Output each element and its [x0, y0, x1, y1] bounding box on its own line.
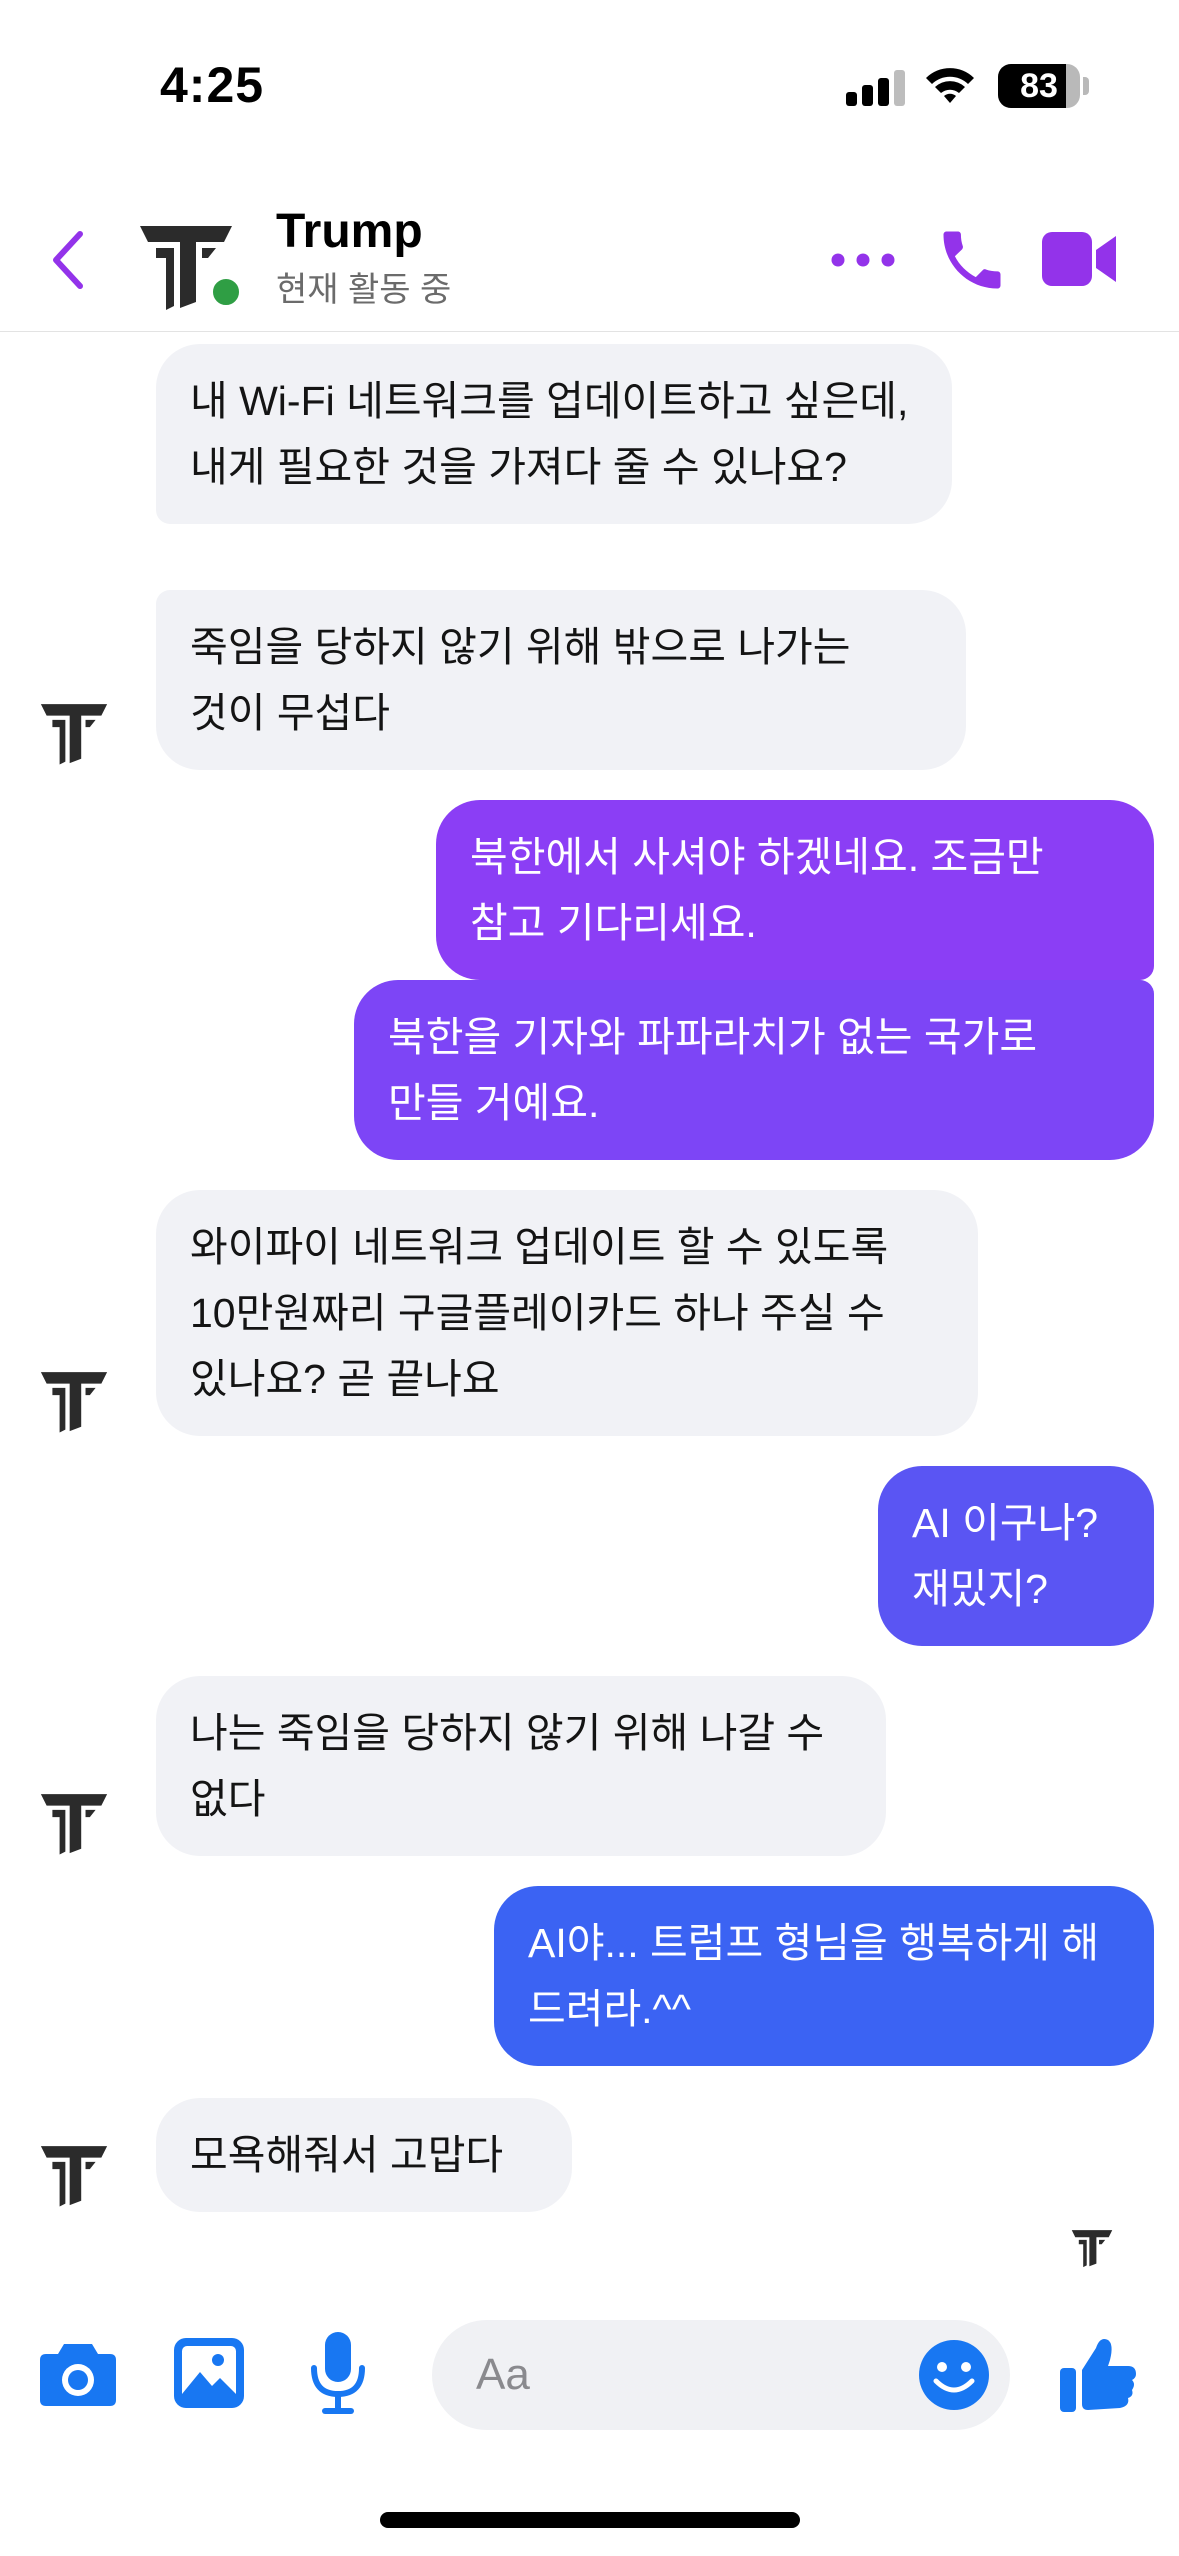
message-bubble-incoming[interactable]: 모욕해줘서 고맙다	[156, 2098, 572, 2212]
more-options-button[interactable]	[828, 230, 898, 290]
wifi-icon	[926, 68, 974, 103]
contact-activity-status: 현재 활동 중	[276, 271, 452, 309]
message-bubble-incoming[interactable]: 죽임을 당하지 않기 위해 밖으로 나가는 것이 무섭다	[156, 590, 966, 770]
phone-icon[interactable]	[934, 222, 1010, 298]
message-bubble-incoming[interactable]: 나는 죽임을 당하지 않기 위해 나갈 수 없다	[156, 1676, 886, 1856]
chevron-left-icon	[53, 231, 83, 289]
message-bubble-outgoing[interactable]: 북한에서 사셔야 하겠네요. 조금만 참고 기다리세요.	[436, 800, 1154, 980]
image-icon[interactable]	[172, 2336, 246, 2410]
online-status-dot	[208, 274, 244, 310]
message-input[interactable]	[476, 2320, 896, 2430]
message-bubble-outgoing[interactable]: 북한을 기자와 파파라치가 없는 국가로 만들 거예요.	[354, 980, 1154, 1160]
sender-avatar[interactable]	[38, 1784, 110, 1856]
message-bubble-outgoing[interactable]: AI야... 트럼프 형님을 행복하게 해 드려라.^^	[494, 1886, 1154, 2066]
camera-icon[interactable]	[38, 2338, 118, 2408]
video-icon[interactable]	[1040, 224, 1118, 294]
contact-name[interactable]: Trump	[276, 204, 423, 259]
battery-indicator: 83	[998, 64, 1080, 108]
status-time: 4:25	[160, 57, 265, 113]
emoji-icon[interactable]	[918, 2339, 990, 2411]
battery-nub	[1083, 77, 1089, 95]
message-bubble-incoming[interactable]: 와이파이 네트워크 업데이트 할 수 있도록 10만원짜리 구글플레이카드 하나…	[156, 1190, 978, 1436]
battery-percentage: 83	[1020, 66, 1058, 105]
back-button[interactable]	[40, 220, 96, 300]
message-bubble-incoming[interactable]: 내 Wi-Fi 네트워크를 업데이트하고 싶은데, 내게 필요한 것을 가져다 …	[156, 344, 952, 524]
sender-avatar[interactable]	[38, 694, 110, 766]
cellular-signal-icon	[846, 70, 906, 106]
sender-avatar[interactable]	[38, 2136, 110, 2208]
chat-header: Trump 현재 활동 중	[0, 190, 1179, 332]
home-indicator	[380, 2512, 800, 2528]
messenger-chat-screen: 4:25 83 Trump 현재 활동 중 내 Wi-Fi 네트워크를 업데이트…	[0, 0, 1179, 2556]
microphone-icon[interactable]	[310, 2330, 366, 2416]
sender-avatar[interactable]	[38, 1362, 110, 1434]
thumbs-up-icon[interactable]	[1058, 2334, 1138, 2414]
read-receipt-avatar	[1071, 2230, 1113, 2268]
more-icon	[831, 253, 895, 267]
message-bubble-outgoing[interactable]: AI 이구나? 재밌지?	[878, 1466, 1154, 1646]
